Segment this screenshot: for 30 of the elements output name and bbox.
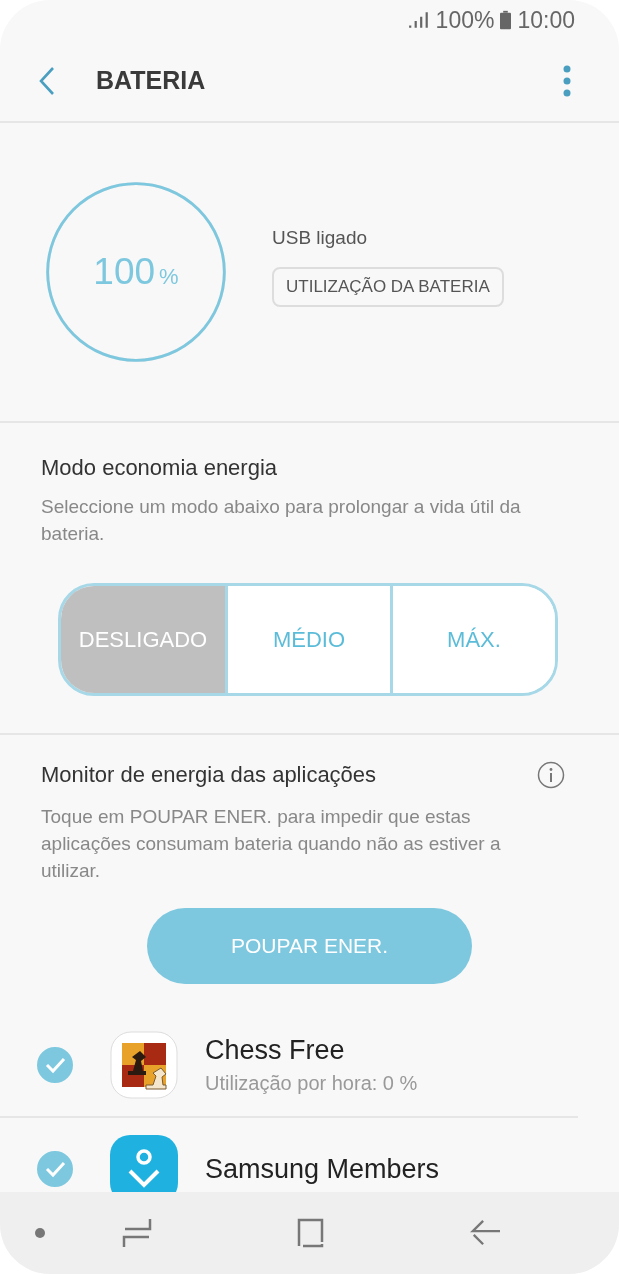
clock: 10:00	[517, 6, 575, 34]
section-title: Modo economia energia	[41, 455, 279, 481]
app-icon	[110, 1135, 178, 1192]
more-options-icon[interactable]	[563, 64, 571, 97]
dot-icon[interactable]	[34, 1227, 46, 1239]
app-name: Samsung Members	[205, 1153, 440, 1185]
recent-apps-icon[interactable]	[122, 1217, 152, 1249]
percent-sign: %	[159, 264, 179, 290]
app-usage: Utilização por hora: 0 %	[205, 1072, 418, 1095]
back-icon[interactable]	[38, 65, 56, 96]
battery-percentage: 100%	[435, 6, 495, 34]
charging-status: USB ligado	[272, 227, 368, 249]
section-description: Seleccione um modo abaixo para prolongar a vida útil da bateria.	[41, 495, 522, 546]
checkbox[interactable]	[37, 1151, 73, 1187]
page-title: BATERIA	[96, 66, 207, 95]
signal-icon	[407, 11, 430, 29]
battery-percentage: 100	[93, 251, 156, 293]
app-icon	[110, 1031, 178, 1099]
mode-option[interactable]: DESLIGADO	[61, 586, 225, 693]
home-icon[interactable]	[295, 1217, 325, 1249]
battery-icon	[500, 10, 512, 30]
battery-usage-button[interactable]: UTILIZAÇÃO DA BATERIA	[272, 267, 504, 307]
app-name: Chess Free	[205, 1035, 346, 1066]
info-icon[interactable]	[537, 761, 565, 789]
mode-option[interactable]: MÁX.	[390, 586, 555, 693]
mode-option[interactable]: MÉDIO	[225, 586, 390, 693]
section-title: Monitor de energia das aplicações	[41, 762, 377, 788]
section-description: Toque em POUPAR ENER. para impedir que estas aplicações consumam bateria quando não as estiver a utilizar.	[41, 805, 502, 883]
save-power-button[interactable]: POUPAR ENER.	[147, 908, 472, 984]
checkbox[interactable]	[37, 1047, 73, 1083]
